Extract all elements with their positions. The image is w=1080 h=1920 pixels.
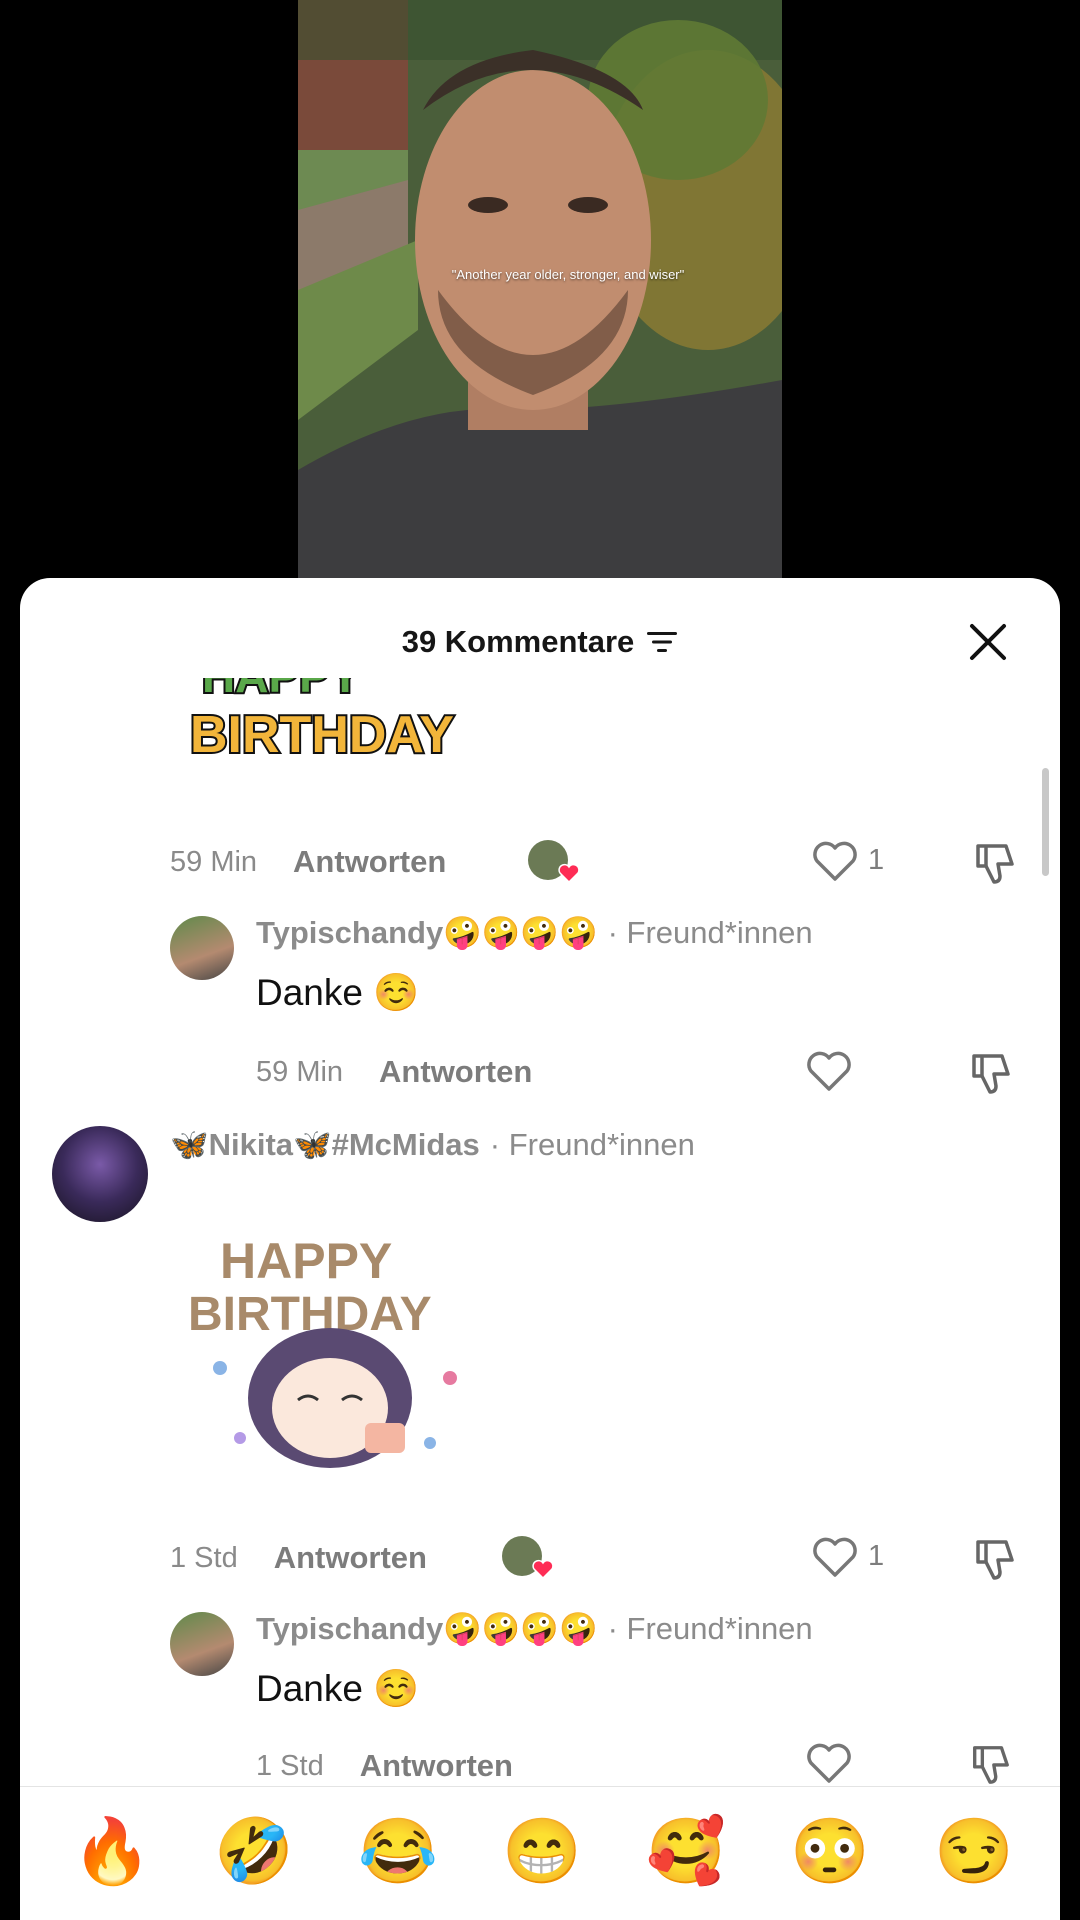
reply-button[interactable]: Antworten (274, 1540, 427, 1576)
reply-button[interactable]: Antworten (293, 844, 446, 880)
comment-meta-row: 1 Std Antworten (256, 1744, 513, 1788)
joy-emoji-button[interactable]: 😂 (358, 1815, 438, 1887)
like-heart-icon[interactable] (812, 840, 858, 882)
like-count: 1 (868, 844, 885, 876)
comment-author-row: Typischandy🤪🤪🤪🤪 · Freund*innen (256, 1610, 813, 1647)
reply-button[interactable]: Antworten (379, 1054, 532, 1090)
dislike-icon[interactable] (966, 1742, 1014, 1786)
comment-author-row: Typischandy🤪🤪🤪🤪 · Freund*innen (256, 914, 813, 951)
username[interactable]: Typischandy🤪🤪🤪🤪 (256, 914, 598, 951)
fire-emoji-button[interactable]: 🔥 (72, 1815, 152, 1887)
comment-time: 59 Min (170, 845, 258, 878)
sticker-text-bottom: BIRTHDAY (190, 706, 454, 764)
video-player[interactable]: "Another year older, stronger, and wiser… (298, 0, 782, 590)
friend-tag: · Freund*innen (607, 914, 813, 950)
username[interactable]: 🦋Nikita🦋#McMidas (170, 1126, 480, 1163)
friend-tag: · Freund*innen (489, 1126, 695, 1162)
like-heart-icon[interactable] (806, 1742, 852, 1784)
comment-text: Danke ☺️ (256, 1668, 420, 1709)
comments-header: 39 Kommentare (20, 612, 1060, 672)
grin-emoji-button[interactable]: 😁 (502, 1815, 582, 1887)
anime-birthday-sticker: HAPPY BIRTHDAY (186, 1231, 457, 1468)
video-frame (298, 0, 782, 590)
smirk-emoji-button[interactable]: 😏 (934, 1815, 1014, 1887)
username[interactable]: Typischandy🤪🤪🤪🤪 (256, 1610, 598, 1647)
dislike-icon[interactable] (966, 1050, 1014, 1096)
video-caption-overlay: "Another year older, stronger, and wiser… (451, 267, 685, 282)
emoji-quick-bar: 🔥 🤣 😂 😁 🥰 😳 😏 (20, 1786, 1060, 1920)
heart-badge-icon (558, 863, 580, 883)
like-count: 1 (868, 1540, 885, 1572)
comments-count-title: 39 Kommentare (401, 624, 635, 659)
smiling-hearts-emoji-button[interactable]: 🥰 (646, 1815, 726, 1887)
heart-badge-icon (532, 1559, 554, 1579)
comment-time: 1 Std (170, 1541, 238, 1574)
sort-filter-icon[interactable] (646, 629, 678, 655)
flushed-emoji-button[interactable]: 😳 (790, 1815, 870, 1887)
happy-birthday-sticker: HAPPY BIRTHDAY (188, 678, 456, 766)
comment-meta-row: 59 Min Antworten (256, 1050, 532, 1094)
comment-meta-row: 59 Min Antworten (170, 840, 446, 884)
comment-time: 1 Std (256, 1749, 324, 1782)
user-avatar[interactable] (52, 1126, 148, 1222)
comment-text: Danke ☺️ (256, 972, 420, 1013)
like-heart-icon[interactable] (812, 1536, 858, 1578)
friend-tag: · Freund*innen (607, 1610, 813, 1646)
user-avatar[interactable] (170, 1612, 234, 1676)
sticker-text-top: HAPPY (202, 678, 360, 702)
sticker-text-top: HAPPY (220, 1233, 392, 1289)
close-icon[interactable] (964, 618, 1012, 666)
comments-sheet: 39 Kommentare HAPPY BIRTHDAY 59 Min Antw… (20, 578, 1060, 1920)
dislike-icon[interactable] (970, 1536, 1018, 1582)
dislike-icon[interactable] (970, 840, 1018, 886)
rofl-emoji-button[interactable]: 🤣 (214, 1815, 294, 1887)
comment-time: 59 Min (256, 1055, 344, 1088)
comment-author-row: 🦋Nikita🦋#McMidas · Freund*innen (170, 1126, 695, 1163)
reply-button[interactable]: Antworten (360, 1748, 513, 1784)
like-heart-icon[interactable] (806, 1050, 852, 1092)
user-avatar[interactable] (170, 916, 234, 980)
scrollbar[interactable] (1042, 768, 1049, 876)
comment-meta-row: 1 Std Antworten (170, 1536, 427, 1580)
